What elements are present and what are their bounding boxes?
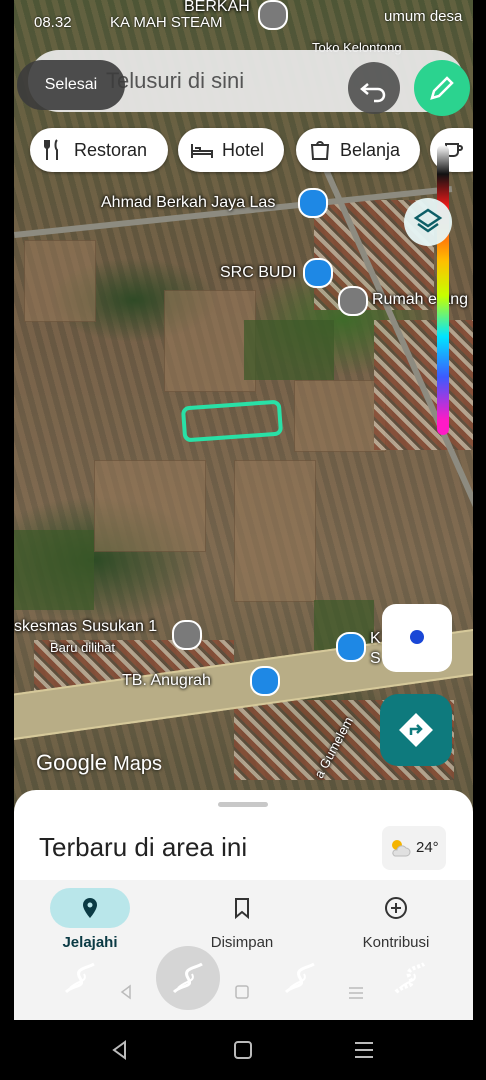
- hospital-pin-icon[interactable]: [172, 620, 202, 650]
- draw-button[interactable]: [414, 60, 470, 116]
- farm-field: [294, 380, 386, 452]
- nav-explore[interactable]: Jelajahi: [50, 934, 130, 951]
- done-button[interactable]: Selesai: [17, 60, 125, 110]
- color-picker-slider[interactable]: [437, 145, 449, 435]
- place-label-ahmad[interactable]: Ahmad Berkah Jaya Las: [101, 194, 275, 212]
- squiggle-icon[interactable]: [390, 958, 430, 998]
- place-label-puskesmas[interactable]: skesmas Susukan 1: [14, 618, 157, 636]
- undo-icon: [360, 83, 386, 103]
- bed-icon: [191, 144, 213, 158]
- place-label-tb[interactable]: TB. Anugrah: [122, 672, 211, 690]
- weather-badge[interactable]: 24°: [382, 826, 446, 870]
- chip-hotel[interactable]: Hotel: [178, 128, 284, 172]
- shop-pin-icon[interactable]: [336, 632, 366, 662]
- back-icon[interactable]: [110, 1040, 130, 1060]
- status-notification: KA MAH STEAM: [110, 14, 223, 31]
- location-pin-icon[interactable]: [78, 896, 102, 920]
- sheet-title: Terbaru di area ini: [39, 832, 248, 862]
- directions-button[interactable]: [380, 694, 452, 766]
- drawn-highlight: [180, 399, 284, 443]
- chip-label: Belanja: [340, 140, 401, 160]
- system-nav-bar: [0, 1020, 486, 1080]
- farm-field: [24, 240, 96, 322]
- add-circle-icon[interactable]: [384, 896, 408, 920]
- status-right: umum desa: [384, 8, 463, 25]
- directions-icon: [399, 713, 433, 747]
- squiggle-icon[interactable]: [60, 958, 100, 998]
- google-maps-logo: Google Maps: [36, 750, 162, 776]
- place-label-src[interactable]: SRC BUDI: [220, 264, 296, 282]
- nav-saved[interactable]: Disimpan: [198, 934, 286, 951]
- place-label-rumah[interactable]: Rumah e ang: [372, 291, 468, 309]
- green-plot: [14, 530, 94, 610]
- bookmark-icon[interactable]: [230, 896, 254, 920]
- menu-faint-icon: [349, 987, 363, 999]
- green-plot: [244, 320, 334, 380]
- shop-pin-icon[interactable]: [250, 666, 280, 696]
- shop-pin-icon[interactable]: [303, 258, 333, 288]
- sheet-drag-handle[interactable]: [218, 802, 268, 807]
- shop-pin-icon[interactable]: [298, 188, 328, 218]
- recently-viewed-label: Baru dilihat: [50, 640, 116, 655]
- farm-field: [164, 290, 256, 392]
- squiggle-icon[interactable]: [280, 958, 320, 998]
- layers-button[interactable]: [404, 198, 452, 246]
- farm-field: [234, 460, 316, 602]
- place-label-s[interactable]: S: [370, 650, 381, 668]
- weather-temp: 24°: [416, 839, 439, 856]
- layers-icon: [413, 208, 443, 233]
- undo-button[interactable]: [348, 62, 400, 114]
- chip-restaurant[interactable]: Restoran: [30, 128, 168, 172]
- nav-contribute[interactable]: Kontribusi: [352, 934, 440, 951]
- squiggle-icon[interactable]: [168, 958, 208, 998]
- recents-icon[interactable]: [354, 1041, 374, 1059]
- chip-shopping[interactable]: Belanja: [296, 128, 420, 172]
- home-icon[interactable]: [233, 1040, 253, 1060]
- place-pin-icon[interactable]: [338, 286, 368, 316]
- pencil-icon: [430, 76, 454, 100]
- home-faint-icon: [235, 985, 249, 999]
- back-faint-icon: [120, 984, 131, 1000]
- chip-label: Hotel: [222, 140, 265, 160]
- place-pin-icon[interactable]: [258, 0, 288, 30]
- fork-knife-icon: [44, 139, 58, 160]
- shopping-bag-icon: [310, 141, 330, 160]
- phone-screen: BERKAH Toko Kelontong Ahmad Berkah Jaya …: [14, 0, 473, 1020]
- my-location-icon: [410, 630, 424, 644]
- status-time: 08.32: [34, 14, 72, 31]
- partly-cloudy-icon: [392, 840, 411, 857]
- farm-field: [94, 460, 206, 552]
- google-logo-text: Google: [36, 750, 107, 775]
- chip-label: Restoran: [74, 140, 148, 160]
- search-input[interactable]: Telusuri di sini: [106, 68, 244, 94]
- maps-logo-text: Maps: [113, 753, 162, 775]
